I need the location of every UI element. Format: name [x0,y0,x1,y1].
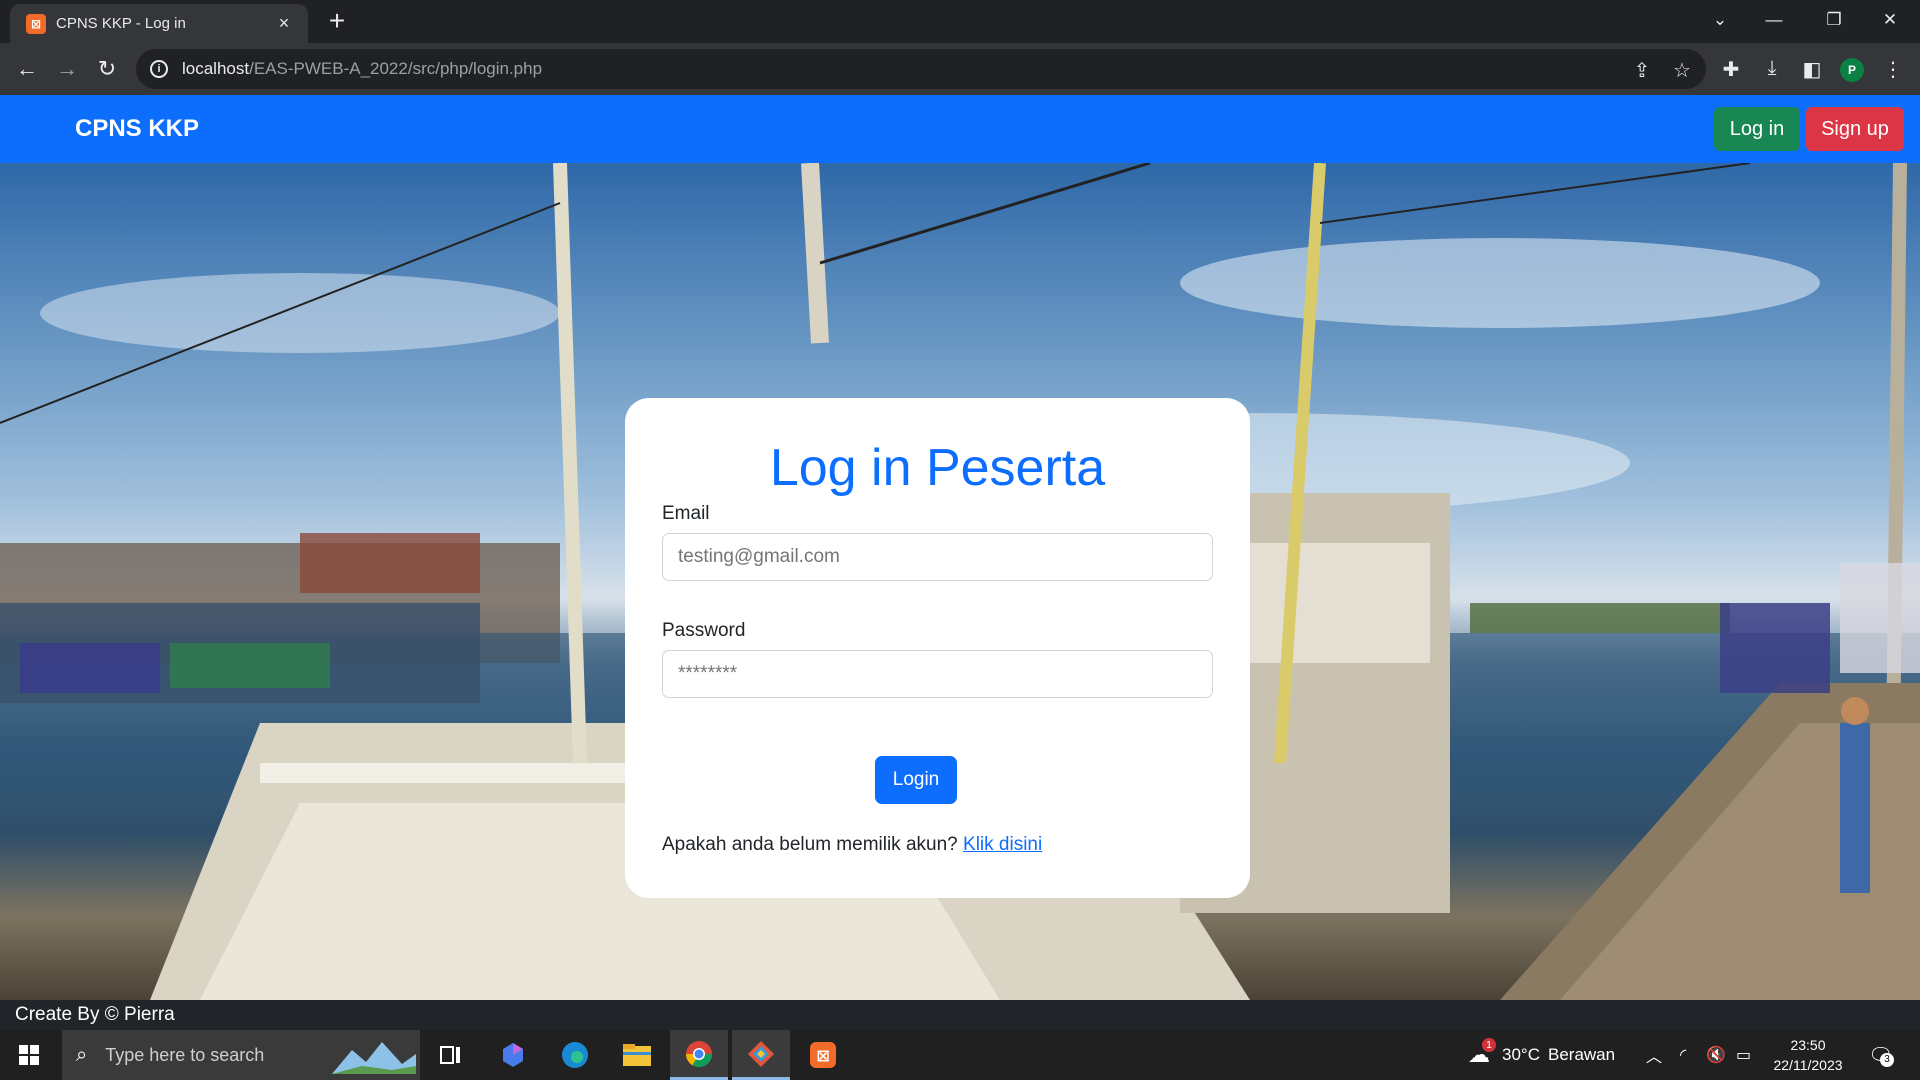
download-icon[interactable]: ⤓ [1759,57,1785,80]
login-title: Log in Peserta [769,439,1106,497]
star-icon[interactable]: ☆ [1670,58,1694,83]
windows-start-icon[interactable] [0,1030,58,1080]
volume-mute-icon[interactable]: 🔇 [1706,1030,1726,1080]
nav-signup-button[interactable]: Sign up [1806,107,1904,151]
clock-time: 23:50 [1790,1037,1826,1053]
notification-count: 3 [1880,1052,1894,1067]
web-page: CPNS KKP Log in Sign up Log in Peserta E… [0,95,1920,1030]
login-submit-button[interactable]: Login [875,756,957,804]
password-field[interactable] [662,650,1213,698]
windows-taskbar: ⌕ Type here to search ⊠ ☁ 1 30°C Berawan … [0,1030,1920,1080]
taskbar-search-box[interactable]: ⌕ Type here to search [62,1030,420,1080]
profile-avatar[interactable]: P [1840,58,1864,82]
clock-date: 22/11/2023 [1773,1057,1843,1073]
battery-icon[interactable]: ▭ [1736,1030,1751,1080]
nav-login-button[interactable]: Log in [1714,107,1800,151]
tab-title: CPNS KKP - Log in [56,15,186,32]
browser-tab[interactable]: ⊠ CPNS KKP - Log in × [10,4,308,43]
minimize-icon[interactable]: — [1746,0,1802,40]
search-highlight-icon [332,1042,416,1074]
git-client-icon[interactable] [732,1030,790,1080]
password-label: Password [662,620,746,641]
email-field[interactable] [662,533,1213,581]
email-label: Email [662,503,710,524]
login-card: Log in Peserta Email Password Login Apak… [625,398,1250,898]
copilot-icon[interactable] [484,1030,542,1080]
back-icon[interactable]: ← [11,53,43,85]
edge-icon[interactable] [546,1030,604,1080]
window-close-icon[interactable]: ✕ [1862,0,1918,40]
weather-desc: Berawan [1547,1045,1616,1064]
signup-prompt: Apakah anda belum memilik akun? Klik dis… [662,834,1042,856]
weather-cloud-icon: ☁ 1 [1468,1038,1496,1068]
side-panel-icon[interactable]: ◧ [1799,57,1825,82]
address-bar[interactable]: i localhost/EAS-PWEB-A_2022/src/php/logi… [136,49,1706,89]
svg-text:⊠: ⊠ [816,1046,829,1065]
restore-icon[interactable]: ❐ [1806,0,1862,40]
task-view-icon[interactable] [422,1030,480,1080]
chrome-icon[interactable] [670,1030,728,1080]
site-navbar: CPNS KKP Log in Sign up [0,95,1920,163]
taskbar-clock[interactable]: 23:50 22/11/2023 [1758,1035,1858,1075]
share-icon[interactable]: ⇪ [1630,58,1654,83]
weather-badge: 1 [1482,1038,1496,1052]
new-tab-icon[interactable]: + [322,6,352,36]
site-footer: Create By © Pierra [0,1000,1920,1030]
tab-search-icon[interactable]: ⌄ [1692,0,1748,40]
show-hidden-icons-icon[interactable]: ︿ [1646,1030,1662,1080]
site-brand[interactable]: CPNS KKP [75,115,199,143]
weather-widget[interactable]: ☁ 1 30°C Berawan [1468,1030,1615,1080]
weather-temp: 30°C [1502,1045,1540,1064]
signup-link[interactable]: Klik disini [963,834,1042,855]
url-text: localhost/EAS-PWEB-A_2022/src/php/login.… [182,59,543,78]
search-icon: ⌕ [76,1043,88,1066]
wifi-icon[interactable]: ◜ [1680,1030,1686,1080]
info-icon[interactable]: i [150,60,168,78]
extensions-icon[interactable]: ✚ [1718,57,1744,82]
search-placeholder: Type here to search [105,1044,265,1065]
signup-prompt-text: Apakah anda belum memilik akun? [662,834,958,855]
reload-icon[interactable]: ↻ [91,53,123,85]
file-explorer-icon[interactable] [608,1030,666,1080]
menu-icon[interactable]: ⋮ [1880,57,1906,82]
harbor-background-image: Log in Peserta Email Password Login Apak… [0,163,1920,1000]
xampp-icon: ⊠ [26,13,46,34]
close-icon[interactable]: × [274,13,294,34]
notifications-icon[interactable]: 🗨3 [1868,1030,1894,1080]
forward-icon[interactable]: → [51,53,83,85]
browser-toolbar: ← → ↻ i localhost/EAS-PWEB-A_2022/src/ph… [0,43,1920,95]
xampp-icon[interactable]: ⊠ [794,1030,852,1080]
browser-tab-bar: ⊠ CPNS KKP - Log in × + ⌄ — ❐ ✕ [0,0,1920,43]
